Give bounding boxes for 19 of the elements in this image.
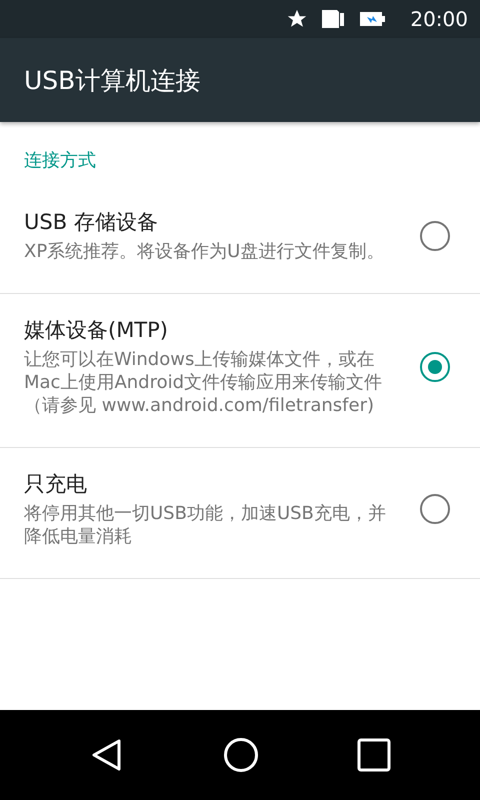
option-row[interactable]: 媒体设备(MTP) 让您可以在Windows上传输媒体文件，或在Mac上使用Android文件传输应用来传输文件（请参见 www.android.com/filetransfer) [0, 294, 480, 448]
option-row[interactable]: USB 存储设备 XP系统推荐。将设备作为U盘进行文件复制。 [0, 186, 480, 294]
option-title: 只充电 [24, 471, 88, 498]
screen-title: USB计算机连接 [24, 64, 200, 96]
battery-charging-icon [360, 11, 386, 27]
clock-time: 20:00 [410, 7, 468, 31]
sd-card-icon [322, 9, 346, 29]
recents-icon [357, 738, 391, 772]
radio-button[interactable] [420, 494, 450, 524]
option-title: USB 存储设备 [24, 209, 159, 236]
option-summary: XP系统推荐。将设备作为U盘进行文件复制。 [24, 240, 386, 263]
home-icon [223, 737, 259, 773]
option-row[interactable]: 只充电 将停用其他一切USB功能，加速USB充电，并降低电量消耗 [0, 448, 480, 579]
radio-button[interactable] [420, 220, 450, 250]
section-header: 连接方式 [23, 149, 97, 173]
option-summary: 让您可以在Windows上传输媒体文件，或在Mac上使用Android文件传输应用来传输文件（请参见 www.android.com/filetransfer) [24, 348, 384, 417]
radio-button[interactable] [420, 352, 450, 382]
option-title: 媒体设备(MTP) [24, 317, 169, 344]
option-summary: 将停用其他一切USB功能，加速USB充电，并降低电量消耗 [24, 502, 386, 548]
